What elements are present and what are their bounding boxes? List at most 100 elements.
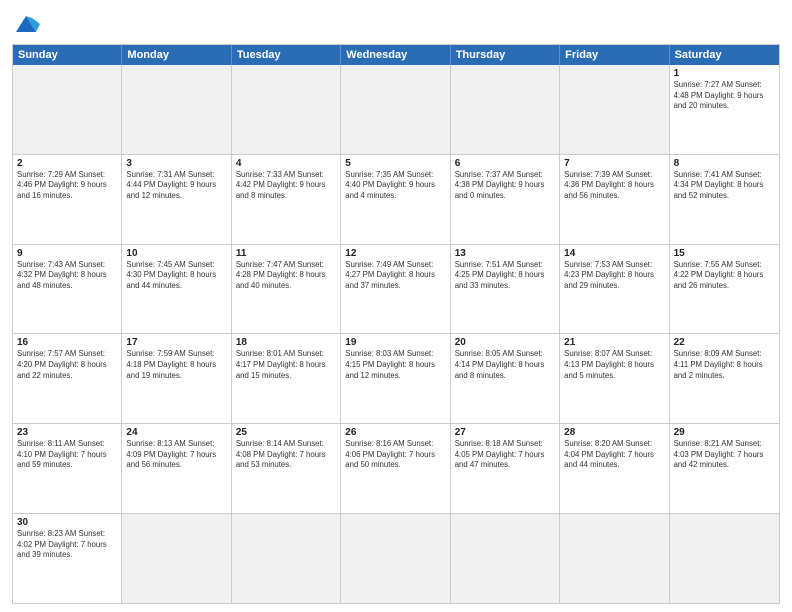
cell-info: Sunrise: 8:21 AM Sunset: 4:03 PM Dayligh… (674, 439, 775, 471)
cell-info: Sunrise: 8:16 AM Sunset: 4:06 PM Dayligh… (345, 439, 445, 471)
calendar-cell (341, 65, 450, 154)
calendar-cell: 9Sunrise: 7:43 AM Sunset: 4:32 PM Daylig… (13, 245, 122, 334)
cell-number: 18 (236, 337, 336, 348)
week-row-4: 23Sunrise: 8:11 AM Sunset: 4:10 PM Dayli… (13, 424, 779, 514)
calendar-cell: 13Sunrise: 7:51 AM Sunset: 4:25 PM Dayli… (451, 245, 560, 334)
week-row-1: 2Sunrise: 7:29 AM Sunset: 4:46 PM Daylig… (13, 155, 779, 245)
calendar-cell (451, 65, 560, 154)
calendar-cell: 21Sunrise: 8:07 AM Sunset: 4:13 PM Dayli… (560, 334, 669, 423)
calendar-cell: 18Sunrise: 8:01 AM Sunset: 4:17 PM Dayli… (232, 334, 341, 423)
calendar-cell: 10Sunrise: 7:45 AM Sunset: 4:30 PM Dayli… (122, 245, 231, 334)
cell-info: Sunrise: 8:11 AM Sunset: 4:10 PM Dayligh… (17, 439, 117, 471)
calendar-cell (122, 65, 231, 154)
calendar-cell: 19Sunrise: 8:03 AM Sunset: 4:15 PM Dayli… (341, 334, 450, 423)
cell-info: Sunrise: 8:23 AM Sunset: 4:02 PM Dayligh… (17, 529, 117, 561)
cell-info: Sunrise: 8:09 AM Sunset: 4:11 PM Dayligh… (674, 349, 775, 381)
cell-number: 6 (455, 158, 555, 169)
cell-info: Sunrise: 8:03 AM Sunset: 4:15 PM Dayligh… (345, 349, 445, 381)
cell-number: 3 (126, 158, 226, 169)
cell-info: Sunrise: 7:29 AM Sunset: 4:46 PM Dayligh… (17, 170, 117, 202)
calendar-cell: 26Sunrise: 8:16 AM Sunset: 4:06 PM Dayli… (341, 424, 450, 513)
cell-number: 15 (674, 248, 775, 259)
cell-info: Sunrise: 8:07 AM Sunset: 4:13 PM Dayligh… (564, 349, 664, 381)
cell-number: 12 (345, 248, 445, 259)
cell-number: 4 (236, 158, 336, 169)
day-header-friday: Friday (560, 45, 669, 65)
cell-info: Sunrise: 8:13 AM Sunset: 4:09 PM Dayligh… (126, 439, 226, 471)
calendar: SundayMondayTuesdayWednesdayThursdayFrid… (12, 44, 780, 604)
cell-info: Sunrise: 7:59 AM Sunset: 4:18 PM Dayligh… (126, 349, 226, 381)
logo (12, 10, 44, 38)
calendar-cell: 1Sunrise: 7:27 AM Sunset: 4:48 PM Daylig… (670, 65, 779, 154)
cell-number: 30 (17, 517, 117, 528)
calendar-cell: 24Sunrise: 8:13 AM Sunset: 4:09 PM Dayli… (122, 424, 231, 513)
calendar-cell: 15Sunrise: 7:55 AM Sunset: 4:22 PM Dayli… (670, 245, 779, 334)
cell-info: Sunrise: 7:35 AM Sunset: 4:40 PM Dayligh… (345, 170, 445, 202)
cell-number: 26 (345, 427, 445, 438)
calendar-cell: 20Sunrise: 8:05 AM Sunset: 4:14 PM Dayli… (451, 334, 560, 423)
day-header-thursday: Thursday (451, 45, 560, 65)
cell-info: Sunrise: 8:05 AM Sunset: 4:14 PM Dayligh… (455, 349, 555, 381)
calendar-cell: 5Sunrise: 7:35 AM Sunset: 4:40 PM Daylig… (341, 155, 450, 244)
cell-number: 13 (455, 248, 555, 259)
cell-info: Sunrise: 7:57 AM Sunset: 4:20 PM Dayligh… (17, 349, 117, 381)
calendar-cell: 4Sunrise: 7:33 AM Sunset: 4:42 PM Daylig… (232, 155, 341, 244)
cell-number: 23 (17, 427, 117, 438)
cell-info: Sunrise: 7:43 AM Sunset: 4:32 PM Dayligh… (17, 260, 117, 292)
cell-info: Sunrise: 7:47 AM Sunset: 4:28 PM Dayligh… (236, 260, 336, 292)
cell-number: 5 (345, 158, 445, 169)
calendar-cell: 11Sunrise: 7:47 AM Sunset: 4:28 PM Dayli… (232, 245, 341, 334)
calendar-cell (560, 514, 669, 603)
cell-info: Sunrise: 7:53 AM Sunset: 4:23 PM Dayligh… (564, 260, 664, 292)
cell-info: Sunrise: 7:41 AM Sunset: 4:34 PM Dayligh… (674, 170, 775, 202)
calendar-cell: 14Sunrise: 7:53 AM Sunset: 4:23 PM Dayli… (560, 245, 669, 334)
cell-info: Sunrise: 7:31 AM Sunset: 4:44 PM Dayligh… (126, 170, 226, 202)
week-row-2: 9Sunrise: 7:43 AM Sunset: 4:32 PM Daylig… (13, 245, 779, 335)
week-row-3: 16Sunrise: 7:57 AM Sunset: 4:20 PM Dayli… (13, 334, 779, 424)
cell-number: 17 (126, 337, 226, 348)
cell-number: 8 (674, 158, 775, 169)
calendar-cell (670, 514, 779, 603)
cell-info: Sunrise: 7:51 AM Sunset: 4:25 PM Dayligh… (455, 260, 555, 292)
calendar-cell: 17Sunrise: 7:59 AM Sunset: 4:18 PM Dayli… (122, 334, 231, 423)
calendar-cell (560, 65, 669, 154)
cell-number: 29 (674, 427, 775, 438)
cell-number: 28 (564, 427, 664, 438)
calendar-cell: 6Sunrise: 7:37 AM Sunset: 4:38 PM Daylig… (451, 155, 560, 244)
calendar-cell: 29Sunrise: 8:21 AM Sunset: 4:03 PM Dayli… (670, 424, 779, 513)
calendar-cell: 12Sunrise: 7:49 AM Sunset: 4:27 PM Dayli… (341, 245, 450, 334)
week-row-5: 30Sunrise: 8:23 AM Sunset: 4:02 PM Dayli… (13, 514, 779, 603)
day-header-wednesday: Wednesday (341, 45, 450, 65)
calendar-cell: 2Sunrise: 7:29 AM Sunset: 4:46 PM Daylig… (13, 155, 122, 244)
page-header (12, 10, 780, 38)
cell-number: 20 (455, 337, 555, 348)
cell-number: 19 (345, 337, 445, 348)
cell-info: Sunrise: 7:55 AM Sunset: 4:22 PM Dayligh… (674, 260, 775, 292)
cell-info: Sunrise: 8:18 AM Sunset: 4:05 PM Dayligh… (455, 439, 555, 471)
cell-info: Sunrise: 7:37 AM Sunset: 4:38 PM Dayligh… (455, 170, 555, 202)
cell-info: Sunrise: 8:14 AM Sunset: 4:08 PM Dayligh… (236, 439, 336, 471)
cell-number: 27 (455, 427, 555, 438)
calendar-cell (232, 65, 341, 154)
weeks: 1Sunrise: 7:27 AM Sunset: 4:48 PM Daylig… (13, 65, 779, 603)
cell-info: Sunrise: 7:39 AM Sunset: 4:36 PM Dayligh… (564, 170, 664, 202)
cell-info: Sunrise: 8:20 AM Sunset: 4:04 PM Dayligh… (564, 439, 664, 471)
cell-number: 9 (17, 248, 117, 259)
week-row-0: 1Sunrise: 7:27 AM Sunset: 4:48 PM Daylig… (13, 65, 779, 155)
day-header-monday: Monday (122, 45, 231, 65)
logo-icon (12, 10, 40, 38)
calendar-cell: 7Sunrise: 7:39 AM Sunset: 4:36 PM Daylig… (560, 155, 669, 244)
cell-number: 10 (126, 248, 226, 259)
calendar-cell: 23Sunrise: 8:11 AM Sunset: 4:10 PM Dayli… (13, 424, 122, 513)
calendar-cell: 16Sunrise: 7:57 AM Sunset: 4:20 PM Dayli… (13, 334, 122, 423)
calendar-cell: 28Sunrise: 8:20 AM Sunset: 4:04 PM Dayli… (560, 424, 669, 513)
calendar-cell: 30Sunrise: 8:23 AM Sunset: 4:02 PM Dayli… (13, 514, 122, 603)
cell-info: Sunrise: 7:49 AM Sunset: 4:27 PM Dayligh… (345, 260, 445, 292)
calendar-cell (13, 65, 122, 154)
cell-number: 1 (674, 68, 775, 79)
cell-number: 21 (564, 337, 664, 348)
calendar-cell (232, 514, 341, 603)
cell-number: 11 (236, 248, 336, 259)
cell-number: 22 (674, 337, 775, 348)
calendar-cell: 3Sunrise: 7:31 AM Sunset: 4:44 PM Daylig… (122, 155, 231, 244)
